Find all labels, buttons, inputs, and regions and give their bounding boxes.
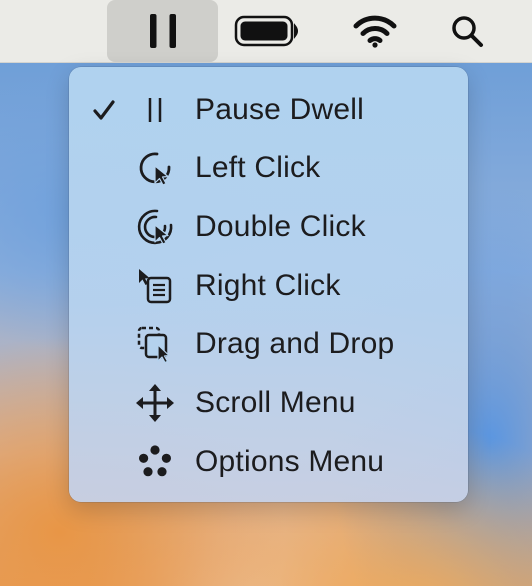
menu-bar [0, 0, 532, 63]
menu-item-drag-and-drop[interactable]: Drag and Drop [69, 315, 468, 373]
menu-item-options-menu[interactable]: Options Menu [69, 433, 468, 491]
menu-item-label: Left Click [195, 151, 321, 184]
pause-icon [135, 81, 175, 139]
drag-and-drop-icon [135, 315, 175, 373]
left-click-icon [135, 139, 175, 197]
menu-item-label: Right Click [195, 269, 341, 302]
menu-item-label: Drag and Drop [195, 327, 395, 360]
double-click-icon [135, 198, 175, 256]
spotlight-search-button[interactable] [443, 0, 491, 62]
menu-item-left-click[interactable]: Left Click [69, 139, 468, 197]
menu-item-label: Pause Dwell [195, 93, 364, 126]
options-menu-icon [135, 433, 175, 491]
menu-item-label: Options Menu [195, 445, 385, 478]
right-click-icon [135, 257, 175, 315]
menu-item-label: Scroll Menu [195, 386, 356, 419]
menu-item-pause-dwell[interactable]: Pause Dwell [69, 81, 468, 139]
menu-item-label: Double Click [195, 210, 366, 243]
menu-item-right-click[interactable]: Right Click [69, 257, 468, 315]
search-icon [452, 16, 483, 47]
battery-status-button[interactable] [230, 0, 304, 62]
menu-item-scroll-menu[interactable]: Scroll Menu [69, 374, 468, 432]
scroll-menu-icon [135, 374, 175, 432]
checkmark-icon [91, 81, 117, 139]
menu-item-double-click[interactable]: Double Click [69, 198, 468, 256]
wifi-status-button[interactable] [350, 0, 400, 62]
dwell-menu: Pause Dwell Left Click Double Click Righ… [69, 67, 468, 502]
dwell-status-menu-button[interactable] [107, 0, 218, 62]
pause-icon [149, 14, 176, 48]
wifi-icon [353, 15, 397, 48]
battery-icon [234, 15, 298, 47]
